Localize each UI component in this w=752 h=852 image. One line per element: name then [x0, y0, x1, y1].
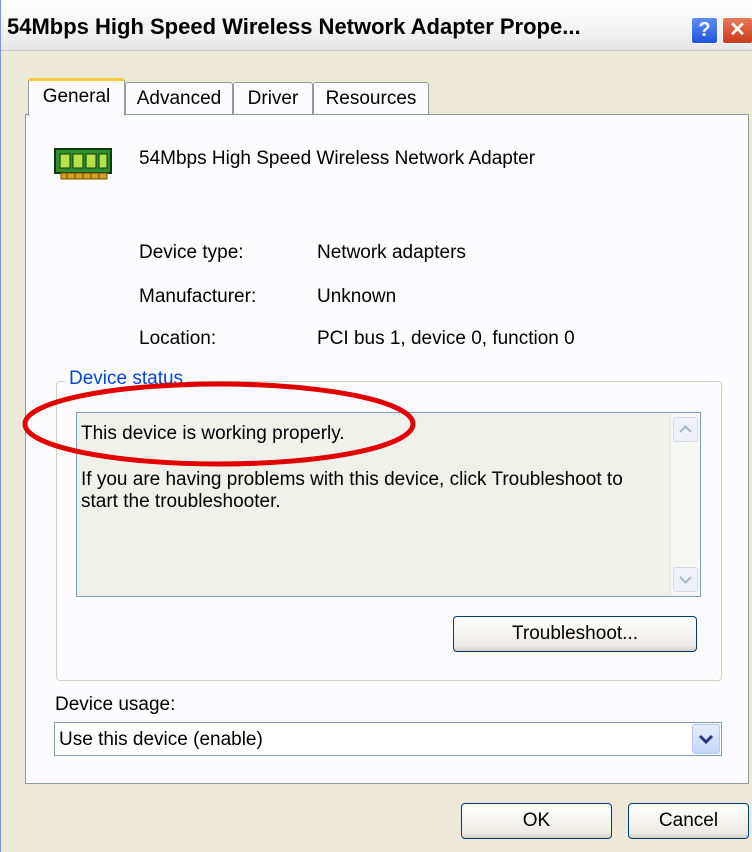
tab-advanced-label: Advanced [136, 88, 222, 109]
ok-button[interactable]: OK [461, 803, 612, 839]
network-card-icon [54, 148, 112, 180]
location-value: PCI bus 1, device 0, function 0 [317, 328, 575, 349]
device-usage-label: Device usage: [55, 694, 176, 715]
chevron-down-icon [698, 734, 714, 745]
device-usage-value: Use this device (enable) [59, 729, 263, 750]
window-title: 54Mbps High Speed Wireless Network Adapt… [7, 14, 581, 39]
tab-resources[interactable]: Resources [313, 82, 429, 114]
properties-dialog: 54Mbps High Speed Wireless Network Adapt… [0, 0, 752, 852]
status-scrollbar[interactable] [670, 413, 700, 596]
close-icon: ✕ [729, 19, 746, 41]
dropdown-button[interactable] [692, 724, 720, 754]
scroll-down-button[interactable] [673, 567, 698, 592]
location-label: Location: [139, 328, 217, 349]
tab-general[interactable]: General [28, 78, 125, 116]
device-type-value: Network adapters [317, 242, 466, 263]
tab-advanced[interactable]: Advanced [125, 82, 233, 114]
manufacturer-label: Manufacturer: [139, 286, 257, 307]
device-type-label: Device type: [139, 242, 244, 263]
status-message: This device is working properly. [81, 423, 345, 444]
tab-driver-label: Driver [247, 88, 299, 109]
cancel-button[interactable]: Cancel [628, 803, 749, 839]
chevron-down-icon [679, 576, 692, 584]
title-bar[interactable]: 54Mbps High Speed Wireless Network Adapt… [1, 0, 752, 51]
help-button[interactable]: ? [691, 17, 718, 44]
troubleshoot-button[interactable]: Troubleshoot... [453, 616, 697, 652]
status-textbox[interactable]: This device is working properly. If you … [76, 412, 701, 597]
status-help-line1: If you are having problems with this dev… [81, 469, 623, 490]
device-usage-select[interactable]: Use this device (enable) [54, 722, 722, 756]
device-status-label: Device status [65, 368, 188, 390]
device-name: 54Mbps High Speed Wireless Network Adapt… [139, 148, 536, 169]
close-button[interactable]: ✕ [722, 17, 752, 44]
tab-driver[interactable]: Driver [233, 82, 313, 114]
manufacturer-value: Unknown [317, 286, 397, 307]
tab-general-label: General [42, 86, 111, 107]
tab-resources-label: Resources [325, 88, 417, 109]
chevron-up-icon [679, 425, 692, 433]
scroll-up-button[interactable] [673, 417, 698, 442]
status-help-line2: start the troubleshooter. [81, 491, 281, 512]
